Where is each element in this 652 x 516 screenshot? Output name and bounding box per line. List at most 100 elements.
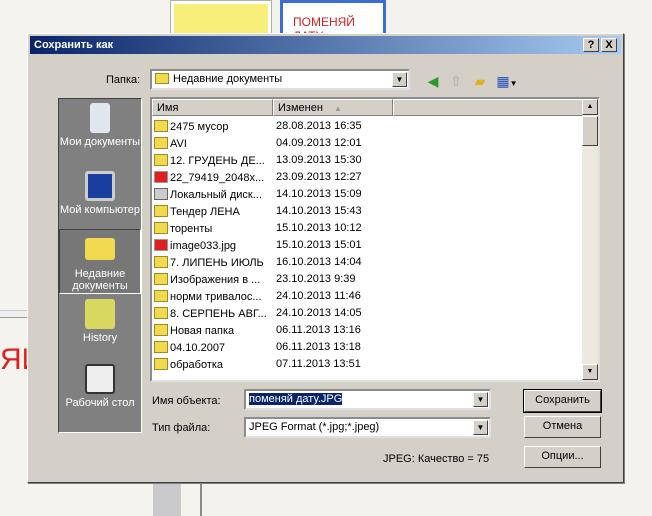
file-name-text: Изображения в ... [170, 274, 261, 286]
column-header-name[interactable]: Имя [152, 99, 273, 116]
file-name: AVI [154, 137, 270, 150]
file-row[interactable]: 8. СЕРПЕНЬ АВГ... 24.10.2013 14:05 [152, 305, 582, 322]
file-row[interactable]: 04.10.2007 06.11.2013 13:18 [152, 339, 582, 356]
file-date: 07.11.2013 13:51 [276, 358, 361, 370]
view-menu-icon[interactable]: ▦▼ [494, 72, 520, 90]
place-my-documents[interactable]: Мои документы [59, 103, 141, 148]
file-row[interactable]: 2475 мусор 28.08.2013 16:35 [152, 118, 582, 135]
vertical-scrollbar[interactable]: ▲ ▼ [582, 99, 598, 380]
recent-documents-icon [85, 238, 115, 260]
title-bar[interactable]: Сохранить как [30, 36, 621, 54]
folder-shortcut-icon [154, 205, 168, 217]
file-name: Локальный диск... [154, 188, 270, 201]
place-my-computer[interactable]: Мой компьютер [59, 171, 141, 216]
file-row[interactable]: обработка 07.11.2013 13:51 [152, 356, 582, 373]
my-computer-icon [85, 171, 115, 201]
drive-shortcut-icon [154, 188, 168, 200]
file-name-text: 2475 мусор [170, 121, 229, 133]
dialog-title: Сохранить как [34, 39, 114, 51]
back-icon[interactable]: ◀ [424, 72, 442, 90]
file-row[interactable]: 7. ЛИПЕНЬ ИЮЛЬ 16.10.2013 14:04 [152, 254, 582, 271]
file-name: норми тривалос... [154, 290, 270, 303]
chevron-down-icon[interactable]: ▼ [473, 420, 488, 435]
folder-label: Папка: [106, 74, 141, 86]
my-documents-icon [90, 103, 110, 133]
file-row[interactable]: Тендер ЛЕНА 14.10.2013 15:43 [152, 203, 582, 220]
file-name: 12. ГРУДЕНЬ ДЕ... [154, 154, 270, 167]
file-date: 14.10.2013 15:09 [276, 188, 362, 200]
place-recent-documents[interactable]: Недавние документы [59, 229, 141, 294]
file-row[interactable]: Изображения в ... 23.10.2013 9:39 [152, 271, 582, 288]
file-name-text: обработка [170, 359, 224, 371]
file-name: Новая папка [154, 324, 270, 337]
jpg-file-icon [154, 239, 168, 251]
file-date: 04.09.2013 12:01 [276, 137, 362, 149]
places-bar: Мои документы Мой компьютер Недавние док… [58, 98, 142, 433]
place-history[interactable]: History [59, 299, 141, 344]
close-button[interactable]: X [601, 38, 617, 52]
file-name-text: AVI [170, 138, 187, 150]
save-as-dialog: Сохранить как ? X Папка: Недавние докуме… [27, 33, 624, 483]
options-button[interactable]: Опции... [524, 446, 601, 468]
background-strip [153, 483, 181, 516]
sort-up-icon: ▲ [333, 104, 342, 113]
folder-shortcut-icon [154, 137, 168, 149]
file-date: 13.09.2013 15:30 [276, 154, 362, 166]
filetype-value: JPEG Format (*.jpg;*.jpeg) [249, 421, 380, 433]
quality-text: JPEG: Качество = 75 [383, 453, 490, 465]
file-name-text: 7. ЛИПЕНЬ ИЮЛЬ [170, 257, 264, 269]
new-folder-icon[interactable]: ▰ [471, 72, 489, 90]
save-button[interactable]: Сохранить [523, 389, 602, 413]
chevron-down-icon[interactable]: ▼ [392, 72, 407, 87]
file-row[interactable]: Локальный диск... 14.10.2013 15:09 [152, 186, 582, 203]
folder-combo[interactable]: Недавние документы ▼ [150, 69, 410, 90]
column-header-blank[interactable] [393, 99, 583, 116]
file-date: 23.10.2013 9:39 [276, 273, 356, 285]
filename-value: поменяй дату.JPG [249, 393, 343, 405]
file-name: 8. СЕРПЕНЬ АВГ... [154, 307, 270, 320]
file-list[interactable]: Имя Изменен ▲ 2475 мусор 28.08.2013 16:35… [150, 97, 600, 382]
up-folder-icon[interactable]: ⇧ [447, 72, 465, 90]
filetype-select[interactable]: JPEG Format (*.jpg;*.jpeg) ▼ [244, 417, 491, 438]
file-name-text: Локальный диск... [170, 189, 262, 201]
scroll-thumb[interactable] [582, 116, 598, 146]
file-name: Тендер ЛЕНА [154, 205, 270, 218]
folder-shortcut-icon [154, 256, 168, 268]
scroll-up-icon[interactable]: ▲ [582, 99, 598, 115]
folder-shortcut-icon [154, 307, 168, 319]
file-name-text: норми тривалос... [170, 291, 262, 303]
file-date: 06.11.2013 13:18 [276, 341, 361, 353]
file-name: торенты [154, 222, 270, 235]
recent-folder-icon [155, 73, 169, 84]
file-row[interactable]: 22_79419_2048x... 23.09.2013 12:27 [152, 169, 582, 186]
folder-shortcut-icon [154, 290, 168, 302]
file-row[interactable]: image033.jpg 15.10.2013 15:01 [152, 237, 582, 254]
place-label: Рабочий стол [65, 397, 135, 409]
filename-input[interactable]: поменяй дату.JPG ▼ [244, 389, 491, 410]
file-name: Изображения в ... [154, 273, 270, 286]
file-row[interactable]: норми тривалос... 24.10.2013 11:46 [152, 288, 582, 305]
scroll-down-icon[interactable]: ▼ [582, 364, 598, 380]
file-name-text: 22_79419_2048x... [170, 172, 265, 184]
folder-shortcut-icon [154, 324, 168, 336]
file-name-text: Тендер ЛЕНА [170, 206, 240, 218]
folder-shortcut-icon [154, 120, 168, 132]
file-row[interactable]: торенты 15.10.2013 10:12 [152, 220, 582, 237]
cancel-button[interactable]: Отмена [524, 416, 601, 438]
place-desktop[interactable]: Рабочий стол [59, 364, 141, 409]
folder-shortcut-icon [154, 273, 168, 285]
file-name: 2475 мусор [154, 120, 270, 133]
file-row[interactable]: AVI 04.09.2013 12:01 [152, 135, 582, 152]
chevron-down-icon[interactable]: ▼ [473, 392, 488, 407]
file-date: 06.11.2013 13:16 [276, 324, 361, 336]
filename-label: Имя объекта: [152, 395, 221, 407]
help-button[interactable]: ? [583, 38, 599, 52]
column-header-modified[interactable]: Изменен ▲ [273, 99, 393, 116]
place-label: History [82, 332, 118, 344]
place-label: Недавние документы [72, 268, 128, 292]
file-row[interactable]: Новая папка 06.11.2013 13:16 [152, 322, 582, 339]
folder-shortcut-icon [154, 222, 168, 234]
file-row[interactable]: 12. ГРУДЕНЬ ДЕ... 13.09.2013 15:30 [152, 152, 582, 169]
file-date: 24.10.2013 11:46 [276, 290, 361, 302]
file-date: 15.10.2013 15:01 [276, 239, 362, 251]
